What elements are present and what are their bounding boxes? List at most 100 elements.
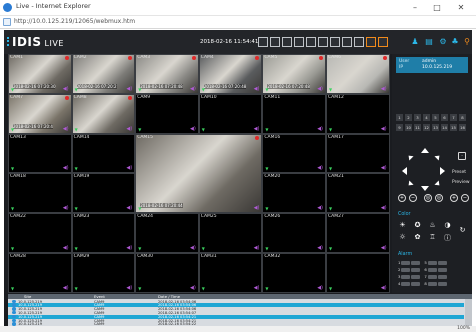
close-button[interactable]: ✕: [452, 1, 470, 14]
audio-icon[interactable]: ◀): [63, 126, 69, 132]
alarm-toggle[interactable]: [427, 268, 437, 272]
audio-icon[interactable]: ◀): [317, 245, 323, 251]
audio-icon[interactable]: ◀): [126, 126, 132, 132]
camera-tile[interactable]: CAM25 ◀) ▼: [198, 213, 263, 253]
camera-tile[interactable]: CAM15 2018-02-16 07:20:44 ◀) ▼: [135, 133, 263, 214]
alarm-toggle[interactable]: [401, 261, 411, 265]
camera-select-button[interactable]: 4: [423, 114, 430, 121]
camera-tile[interactable]: CAM28 ◀) ▼: [8, 253, 72, 293]
audio-icon[interactable]: ◀): [254, 245, 260, 251]
camera-select-button[interactable]: 9: [396, 124, 403, 131]
ptz-left-button[interactable]: [402, 167, 407, 175]
camera-tile[interactable]: CAM19 ◀) ▼: [71, 173, 136, 214]
alarm-toggle[interactable]: [411, 275, 421, 279]
zoom-level[interactable]: 100%: [457, 326, 470, 331]
ptz-right-button[interactable]: [440, 167, 445, 175]
col-event[interactable]: Event: [94, 294, 105, 299]
alarm-toggle[interactable]: [437, 261, 447, 265]
ptz-down-button[interactable]: [421, 186, 429, 191]
camera-select-button[interactable]: 10: [405, 124, 412, 131]
audio-icon[interactable]: ◀): [254, 86, 260, 92]
alarm-toggle[interactable]: [427, 261, 437, 265]
audio-icon[interactable]: ◀): [126, 165, 132, 171]
iris-open-icon[interactable]: +: [450, 194, 458, 202]
restore-button[interactable]: □: [428, 1, 446, 14]
audio-icon[interactable]: ◀): [126, 205, 132, 211]
alarm-toggle[interactable]: [427, 275, 437, 279]
url-text[interactable]: http://10.0.125.219/12065/webmux.htm: [14, 18, 135, 25]
hue-down-icon[interactable]: ♖: [428, 233, 437, 241]
audio-icon[interactable]: ◀): [254, 285, 260, 291]
camera-select-button[interactable]: 6: [441, 114, 448, 121]
layout-1x1-button[interactable]: [258, 37, 268, 47]
camera-select-button[interactable]: 16: [459, 124, 466, 131]
audio-icon[interactable]: ◀): [190, 285, 196, 291]
camera-tile[interactable]: CAM6 ◀) ▼: [326, 54, 390, 94]
focus-far-icon[interactable]: ◎: [435, 194, 443, 202]
alarm-toggle[interactable]: [401, 268, 411, 272]
hue-icon[interactable]: ♨: [428, 221, 437, 229]
camera-tile[interactable]: CAM22 ◀) ▼: [8, 213, 72, 253]
alarm-toggle[interactable]: [401, 282, 411, 286]
camera-tile[interactable]: ◀) ▼: [326, 253, 390, 293]
audio-icon[interactable]: ◀): [254, 126, 260, 132]
audio-icon[interactable]: ◀): [190, 245, 196, 251]
address-bar[interactable]: http://10.0.125.219/12065/webmux.htm: [0, 16, 476, 29]
audio-icon[interactable]: ◀): [63, 165, 69, 171]
camera-tile[interactable]: CAM20 ◀) ▼: [262, 173, 326, 214]
audio-icon[interactable]: ◀): [381, 126, 387, 132]
audio-icon[interactable]: ◀): [254, 205, 260, 211]
brightness-down-icon[interactable]: ☼: [398, 233, 407, 241]
camera-tile[interactable]: CAM32 ◀) ▼: [262, 253, 326, 293]
camera-tile[interactable]: CAM21 ◀) ▼: [326, 173, 390, 214]
iris-close-icon[interactable]: −: [461, 194, 469, 202]
settings-icon[interactable]: ⚙: [438, 37, 448, 47]
alarm-toggle[interactable]: [437, 282, 447, 286]
camera-tile[interactable]: CAM24 ◀) ▼: [135, 213, 199, 253]
audio-icon[interactable]: ◀): [317, 86, 323, 92]
camera-select-button[interactable]: 11: [414, 124, 421, 131]
camera-tile[interactable]: CAM11 ◀) ▼: [262, 93, 326, 134]
audio-icon[interactable]: ◀): [126, 245, 132, 251]
audio-icon[interactable]: ◀): [126, 86, 132, 92]
audio-icon[interactable]: ◀): [381, 165, 387, 171]
contrast-icon[interactable]: ◑: [443, 221, 452, 229]
camera-tile[interactable]: CAM7 2018-02-16 07:20:4 ◀) ▼: [8, 93, 72, 134]
camera-tile[interactable]: CAM23 ◀) ▼: [71, 213, 136, 253]
user-icon[interactable]: ♟: [410, 37, 420, 47]
camera-tile[interactable]: CAM12 ◀) ▼: [326, 93, 390, 134]
camera-tile[interactable]: CAM18 ◀) ▼: [8, 173, 72, 214]
layout-6x6-button[interactable]: [342, 37, 352, 47]
alarm-toggle[interactable]: [437, 275, 447, 279]
layout-5x5-button[interactable]: [330, 37, 340, 47]
alarm-toggle[interactable]: [427, 282, 437, 286]
camera-select-button[interactable]: 3: [414, 114, 421, 121]
layout-custom-button[interactable]: [354, 37, 364, 47]
audio-icon[interactable]: ◀): [126, 285, 132, 291]
alarm-toggle[interactable]: [437, 268, 447, 272]
alarm-out-icon[interactable]: ♣: [450, 37, 460, 47]
camera-tile[interactable]: CAM17 ◀) ▼: [326, 133, 390, 174]
camera-tile[interactable]: CAM3 2018-02-16 07:20:48 ◀) ▼: [135, 54, 199, 94]
saturation-icon[interactable]: ✪: [413, 221, 422, 229]
audio-icon[interactable]: ◀): [381, 205, 387, 211]
audio-icon[interactable]: ◀): [63, 86, 69, 92]
camera-select-button[interactable]: 13: [432, 124, 439, 131]
alarm-toggle[interactable]: [411, 261, 421, 265]
camera-tile[interactable]: CAM10 ◀) ▼: [198, 93, 263, 134]
zoom-in-icon[interactable]: +: [398, 194, 406, 202]
col-site[interactable]: Site: [24, 294, 31, 299]
preview-label[interactable]: Preview: [452, 180, 470, 185]
audio-icon[interactable]: ◀): [63, 285, 69, 291]
audio-icon[interactable]: ◀): [190, 86, 196, 92]
audio-icon[interactable]: ◀): [317, 205, 323, 211]
info-icon[interactable]: ⓘ: [443, 233, 452, 243]
camera-select-button[interactable]: 14: [441, 124, 448, 131]
camera-tile[interactable]: CAM29 ◀) ▼: [71, 253, 136, 293]
brightness-icon[interactable]: ☀: [398, 221, 407, 229]
camera-tile[interactable]: CAM30 ◀) ▼: [135, 253, 199, 293]
preset-label[interactable]: Preset: [452, 170, 466, 175]
minimize-button[interactable]: –: [406, 1, 424, 14]
audio-icon[interactable]: ◀): [63, 245, 69, 251]
camera-tile[interactable]: CAM8 ◀) ▼: [71, 93, 136, 134]
